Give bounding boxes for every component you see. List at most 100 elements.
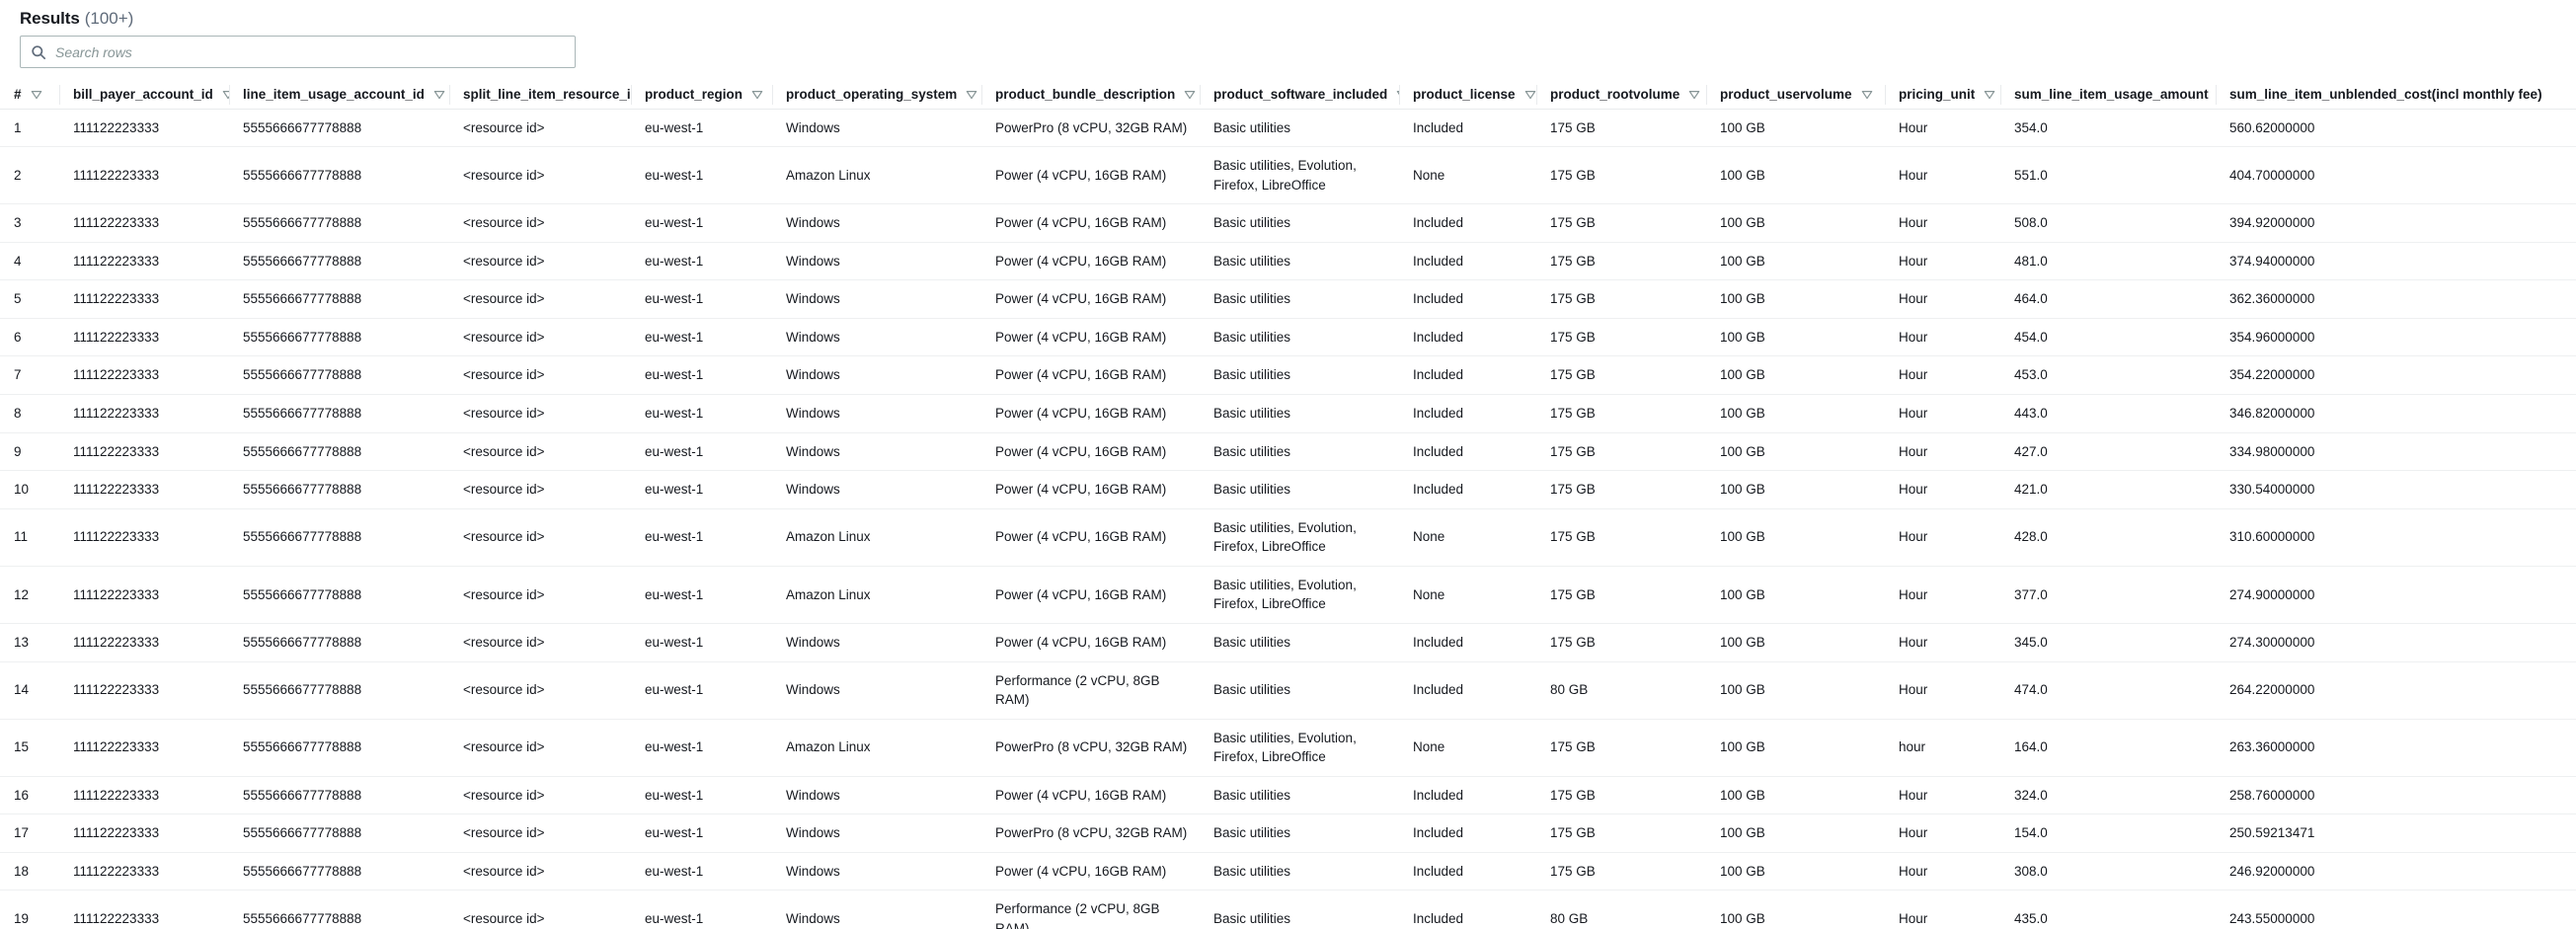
column-header-lic[interactable]: product_license	[1399, 81, 1536, 110]
cell-bundle: Performance (2 vCPU, 8GB RAM)	[981, 661, 1200, 720]
cell-reg: eu-west-1	[631, 661, 772, 720]
search-icon	[32, 44, 46, 59]
column-header-root[interactable]: product_rootvolume	[1536, 81, 1706, 110]
cell-reg: eu-west-1	[631, 719, 772, 777]
cell-lic: Included	[1399, 109, 1536, 148]
cell-price: Hour	[1885, 813, 2000, 853]
table-row[interactable]: 18 111122223333 5555666677778888 <resource …	[0, 852, 2576, 891]
cell-sw: Basic utilities	[1200, 852, 1399, 891]
cell-user: 100 GB	[1706, 432, 1885, 472]
table-row[interactable]: 13 111122223333 5555666677778888 <resource …	[0, 623, 2576, 662]
cell-bundle: Power (4 vCPU, 16GB RAM)	[981, 432, 1200, 472]
column-header-label: product_rootvolume	[1550, 87, 1680, 103]
cell-idx: 13	[0, 623, 59, 662]
cell-price: Hour	[1885, 432, 2000, 472]
results-table-scroll[interactable]: # bill_payer_account_id line_item_usage_ac…	[0, 81, 2576, 929]
cell-bundle: Power (4 vCPU, 16GB RAM)	[981, 318, 1200, 357]
search-input[interactable]	[55, 37, 565, 67]
sort-descending-icon[interactable]	[433, 89, 445, 101]
column-header-liua[interactable]: line_item_usage_account_id	[229, 81, 449, 110]
cell-sw: Basic utilities	[1200, 355, 1399, 395]
cell-usage: 453.0	[2000, 355, 2216, 395]
sort-descending-icon[interactable]	[751, 89, 763, 101]
cell-bundle: Power (4 vCPU, 16GB RAM)	[981, 203, 1200, 243]
table-row[interactable]: 9 111122223333 5555666677778888 <resource i…	[0, 432, 2576, 472]
search-box[interactable]	[20, 36, 576, 68]
column-header-idx[interactable]: #	[0, 81, 59, 110]
table-row[interactable]: 5 111122223333 5555666677778888 <resource i…	[0, 279, 2576, 319]
column-header-bundle[interactable]: product_bundle_description	[981, 81, 1200, 110]
cell-price: Hour	[1885, 508, 2000, 567]
table-row[interactable]: 3 111122223333 5555666677778888 <resource i…	[0, 203, 2576, 243]
table-row[interactable]: 15 111122223333 5555666677778888 <resource …	[0, 719, 2576, 777]
cell-price: Hour	[1885, 318, 2000, 357]
sort-descending-icon[interactable]	[1184, 89, 1196, 101]
table-row[interactable]: 17 111122223333 5555666677778888 <resource …	[0, 813, 2576, 853]
cell-bundle: Power (4 vCPU, 16GB RAM)	[981, 776, 1200, 815]
table-row[interactable]: 4 111122223333 5555666677778888 <resource i…	[0, 242, 2576, 281]
cell-reg: eu-west-1	[631, 508, 772, 567]
cell-usage: 454.0	[2000, 318, 2216, 357]
table-row[interactable]: 1 111122223333 5555666677778888 <resource i…	[0, 109, 2576, 148]
cell-cost: 374.94000000	[2216, 242, 2576, 281]
sort-descending-icon[interactable]	[966, 89, 977, 101]
column-header-label: sum_line_item_unblended_cost(incl monthl…	[2229, 87, 2542, 103]
cell-root: 175 GB	[1536, 813, 1706, 853]
table-row[interactable]: 8 111122223333 5555666677778888 <resource i…	[0, 394, 2576, 433]
column-header-bpa[interactable]: bill_payer_account_id	[59, 81, 234, 110]
table-row[interactable]: 14 111122223333 5555666677778888 <resource …	[0, 661, 2576, 720]
sort-descending-icon[interactable]	[31, 89, 42, 101]
table-row[interactable]: 19 111122223333 5555666677778888 <resource …	[0, 890, 2576, 929]
table-row[interactable]: 11 111122223333 5555666677778888 <resource …	[0, 508, 2576, 567]
table-row[interactable]: 12 111122223333 5555666677778888 <resource …	[0, 566, 2576, 624]
column-header-sw[interactable]: product_software_included	[1200, 81, 1408, 110]
column-header-label: split_line_item_resource_id	[463, 87, 639, 103]
cell-sw: Basic utilities, Evolution, Firefox, Lib…	[1200, 566, 1399, 624]
column-header-user[interactable]: product_uservolume	[1706, 81, 1885, 110]
column-header-os[interactable]: product_operating_system	[772, 81, 981, 110]
cell-bpa: 111122223333	[59, 623, 229, 662]
cell-idx: 16	[0, 776, 59, 815]
cell-usage: 508.0	[2000, 203, 2216, 243]
cell-price: Hour	[1885, 661, 2000, 720]
cell-bpa: 111122223333	[59, 566, 229, 624]
column-header-cost[interactable]: sum_line_item_unblended_cost(incl monthl…	[2216, 81, 2576, 110]
cell-bpa: 111122223333	[59, 470, 229, 509]
cell-root: 80 GB	[1536, 661, 1706, 720]
cell-os: Windows	[772, 318, 981, 357]
cell-idx: 12	[0, 566, 59, 624]
table-row[interactable]: 10 111122223333 5555666677778888 <resource …	[0, 470, 2576, 509]
cell-root: 175 GB	[1536, 852, 1706, 891]
cell-liua: 5555666677778888	[229, 242, 449, 281]
sort-descending-icon[interactable]	[1524, 89, 1536, 101]
cell-bundle: Power (4 vCPU, 16GB RAM)	[981, 394, 1200, 433]
sort-descending-icon[interactable]	[1984, 89, 1995, 101]
cell-sw: Basic utilities	[1200, 890, 1399, 929]
cell-user: 100 GB	[1706, 203, 1885, 243]
column-header-usage[interactable]: sum_line_item_usage_amount	[2000, 81, 2228, 110]
table-row[interactable]: 6 111122223333 5555666677778888 <resource i…	[0, 318, 2576, 357]
table-row[interactable]: 2 111122223333 5555666677778888 <resource i…	[0, 146, 2576, 205]
cell-os: Windows	[772, 470, 981, 509]
cell-reg: eu-west-1	[631, 470, 772, 509]
cell-reg: eu-west-1	[631, 242, 772, 281]
cell-usage: 377.0	[2000, 566, 2216, 624]
table-row[interactable]: 16 111122223333 5555666677778888 <resource …	[0, 776, 2576, 815]
sort-descending-icon[interactable]	[1688, 89, 1700, 101]
cell-reg: eu-west-1	[631, 813, 772, 853]
column-header-price[interactable]: pricing_unit	[1885, 81, 2000, 110]
sort-descending-icon[interactable]	[1861, 89, 1873, 101]
cell-reg: eu-west-1	[631, 566, 772, 624]
table-row[interactable]: 7 111122223333 5555666677778888 <resource i…	[0, 355, 2576, 395]
results-header: Results (100+)	[0, 0, 2576, 30]
cell-user: 100 GB	[1706, 355, 1885, 395]
cell-price: Hour	[1885, 355, 2000, 395]
cell-cost: 346.82000000	[2216, 394, 2576, 433]
cell-cost: 274.30000000	[2216, 623, 2576, 662]
cell-bpa: 111122223333	[59, 852, 229, 891]
cell-user: 100 GB	[1706, 852, 1885, 891]
column-header-reg[interactable]: product_region	[631, 81, 772, 110]
cell-slir: <resource id>	[449, 508, 631, 567]
column-header-slir[interactable]: split_line_item_resource_id	[449, 81, 660, 110]
cell-usage: 154.0	[2000, 813, 2216, 853]
